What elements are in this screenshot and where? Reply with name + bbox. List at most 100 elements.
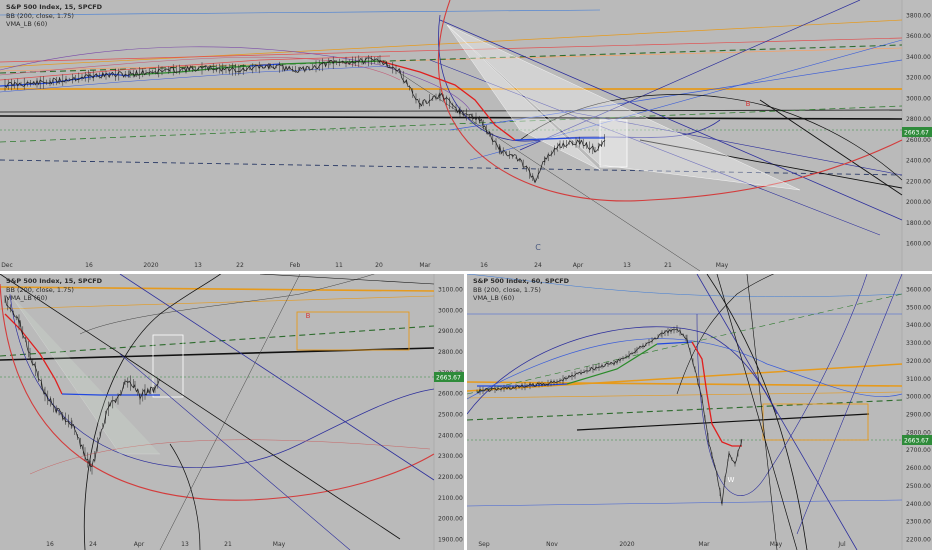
- bl-x-tick-label: Apr: [134, 541, 145, 548]
- bl-diagonal-navy-1: [119, 274, 435, 481]
- br-x-tick-label: Mar: [698, 541, 710, 548]
- bl-annotation-b: B: [306, 312, 311, 320]
- bottom-right-legend-bb[interactable]: BB (200, close, 1.75): [473, 286, 569, 295]
- bl-y-tick-label: 2200.00: [438, 474, 463, 481]
- bottom-right-chart-pane[interactable]: 3600.00 3500.00 3400.00 3300.00 3200.00 3100.…: [467, 274, 932, 550]
- top-y-tick-label: 2600.00: [906, 137, 931, 144]
- top-diagonal-black-2: [759, 99, 903, 196]
- top-y-tick-label: 2800.00: [906, 116, 931, 123]
- top-dashed-navy-line: [0, 159, 903, 176]
- bl-diagonal-black-1: [0, 274, 401, 540]
- top-legend-symbol[interactable]: S&P 500 Index, 15, SPCFD: [6, 3, 102, 12]
- top-x-tick-label: 11: [335, 262, 343, 269]
- br-annotation-w: W: [728, 476, 735, 484]
- br-orange-thick-line: [467, 363, 903, 392]
- top-x-tick-label: Feb: [290, 262, 301, 269]
- top-purple-arc: [0, 46, 471, 111]
- top-chart-pane[interactable]: 3800.00 3600.00 3400.00 3200.00 3000.00 2800.…: [0, 0, 932, 271]
- br-y-tick-label: 2400.00: [906, 501, 931, 508]
- top-trend-line-red: [0, 37, 903, 63]
- top-x-tick-label: Dec: [1, 262, 13, 269]
- bl-y-tick-label: 3000.00: [438, 307, 463, 314]
- top-y-tick-label: 2400.00: [906, 158, 931, 165]
- top-x-tick-label: 21: [664, 262, 672, 269]
- bl-white-projection-box: [152, 334, 184, 398]
- top-y-tick-label: 3400.00: [906, 54, 931, 61]
- top-bb-mid-blue-1: [0, 73, 131, 87]
- br-y-tick-label: 3400.00: [906, 322, 931, 329]
- br-y-tick-label: 3500.00: [906, 304, 931, 311]
- br-navy-arc: [467, 326, 778, 415]
- bl-orange-target-box: [296, 311, 410, 351]
- br-orange-target-box: [762, 403, 869, 441]
- top-y-tick-label: 1800.00: [906, 220, 931, 227]
- br-bb-mid-red: [691, 341, 742, 447]
- bl-y-tick-label: 2400.00: [438, 432, 463, 439]
- top-legend-bb[interactable]: BB (200, close, 1.75): [6, 12, 102, 21]
- br-diagonal-navy-1: [696, 274, 858, 550]
- bottom-left-legend-bb[interactable]: BB (200, close, 1.75): [6, 286, 102, 295]
- bl-diagonal-black-2: [259, 274, 435, 285]
- br-y-tick-label: 3600.00: [906, 287, 931, 294]
- bottom-left-legend: S&P 500 Index, 15, SPCFD BB (200, close,…: [6, 277, 102, 303]
- bl-red-arc: [0, 283, 435, 501]
- bl-dashed-green-line: [0, 325, 435, 357]
- bl-y-tick-label: 3100.00: [438, 287, 463, 294]
- bottom-right-legend-symbol[interactable]: S&P 500 Index, 60, SPCFD: [473, 277, 569, 286]
- br-x-tick-label: Sep: [478, 541, 490, 548]
- top-white-projection-box: [599, 119, 628, 168]
- top-x-tick-label: Apr: [573, 262, 584, 269]
- top-chart-svg[interactable]: 3800.00 3600.00 3400.00 3200.00 3000.00 2800.…: [0, 0, 932, 271]
- top-x-tick-label: 13: [194, 262, 202, 269]
- top-x-tick-label: 16: [480, 262, 488, 269]
- br-y-tick-label: 2300.00: [906, 519, 931, 526]
- br-x-tick-label: Jul: [837, 541, 846, 548]
- br-diagonal-black-1: [716, 274, 798, 550]
- br-y-tick-label: 3000.00: [906, 394, 931, 401]
- bl-x-tick-label: 16: [46, 541, 54, 548]
- br-y-tick-label: 2200.00: [906, 537, 931, 544]
- top-x-tick-label: 24: [534, 262, 542, 269]
- br-x-tick-label: 2020: [619, 541, 634, 548]
- top-x-tick-label: 16: [85, 262, 93, 269]
- top-last-price-label: 2663.67: [904, 130, 929, 137]
- br-orange-thin: [467, 391, 903, 399]
- top-x-tick-label: 20: [375, 262, 383, 269]
- bl-y-tick-label: 2600.00: [438, 391, 463, 398]
- br-y-tick-label: 3100.00: [906, 376, 931, 383]
- br-diagonal-green: [467, 293, 903, 395]
- top-y-tick-label: 2000.00: [906, 199, 931, 206]
- bl-y-tick-label: 1900.00: [438, 537, 463, 544]
- top-annotation-b: B: [746, 100, 751, 108]
- bl-y-tick-label: 2900.00: [438, 328, 463, 335]
- bl-x-tick-label: 21: [224, 541, 232, 548]
- bottom-right-chart-svg[interactable]: 3600.00 3500.00 3400.00 3300.00 3200.00 3100.…: [467, 274, 932, 550]
- bottom-left-chart-svg[interactable]: 3100.003000.002900.002800.002700.002600.…: [0, 274, 464, 550]
- top-x-tick-label: 13: [623, 262, 631, 269]
- br-y-tick-label: 3300.00: [906, 340, 931, 347]
- bl-y-tick-label: 2300.00: [438, 453, 463, 460]
- bl-x-tick-label: 13: [181, 541, 189, 548]
- top-y-tick-label: 3200.00: [906, 75, 931, 82]
- top-x-tick-label: May: [716, 262, 729, 269]
- br-y-tick-label: 2900.00: [906, 412, 931, 419]
- bottom-right-legend: S&P 500 Index, 60, SPCFD BB (200, close,…: [473, 277, 569, 303]
- top-x-tick-label: Mar: [419, 262, 431, 269]
- br-y-tick-label: 2600.00: [906, 465, 931, 472]
- bl-x-tick-label: May: [273, 541, 286, 548]
- top-y-tick-label: 1600.00: [906, 241, 931, 248]
- br-y-tick-label: 3200.00: [906, 358, 931, 365]
- chart-workspace: 3800.00 3600.00 3400.00 3200.00 3000.00 2800.…: [0, 0, 932, 550]
- top-y-tick-label: 3600.00: [906, 33, 931, 40]
- bottom-left-legend-symbol[interactable]: S&P 500 Index, 15, SPCFD: [6, 277, 102, 286]
- bl-x-tick-label: 24: [89, 541, 97, 548]
- top-annotation-c: C: [535, 243, 541, 252]
- bottom-right-legend-vma[interactable]: VMA_LB (60): [473, 294, 569, 303]
- top-black-line-1: [0, 109, 903, 113]
- bl-y-tick-label: 2500.00: [438, 412, 463, 419]
- top-legend-vma[interactable]: VMA_LB (60): [6, 20, 102, 29]
- bottom-left-chart-pane[interactable]: 3100.003000.002900.002800.002700.002600.…: [0, 274, 464, 550]
- bl-diagonal-grey: [159, 274, 301, 550]
- br-blue-low-line: [467, 499, 903, 507]
- bottom-left-legend-vma[interactable]: VMA_LB (60): [6, 294, 102, 303]
